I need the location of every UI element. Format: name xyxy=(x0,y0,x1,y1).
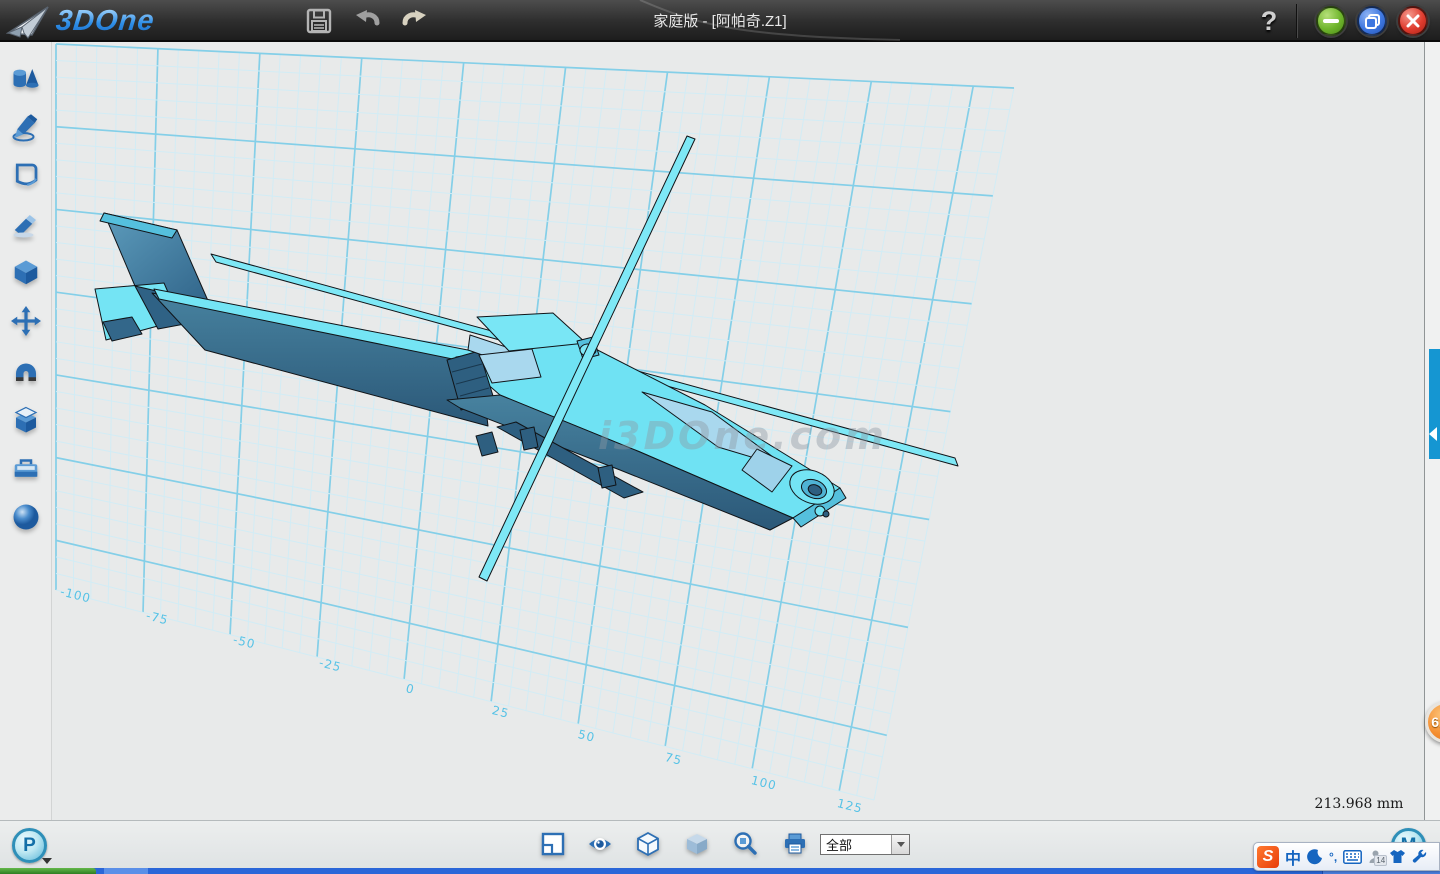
chevron-left-icon xyxy=(1429,427,1437,441)
app-name: 3DOne xyxy=(54,5,156,38)
magnifier-icon xyxy=(733,831,759,857)
restore-button[interactable] xyxy=(1357,6,1387,36)
redo-icon xyxy=(401,7,429,35)
ime-toolbar: S 中 °, 14 xyxy=(1253,842,1440,871)
ime-keyboard-button[interactable] xyxy=(1343,850,1362,864)
layout-icon xyxy=(540,831,566,857)
wireframe-cube-icon xyxy=(635,831,661,857)
minimize-button[interactable] xyxy=(1316,6,1346,36)
sogou-logo-icon[interactable]: S xyxy=(1257,846,1279,868)
restore-icon xyxy=(1365,14,1380,29)
3d-viewport[interactable]: -100-75-50-250255075100125 i3DOne.com 21… xyxy=(52,42,1424,820)
undo-button[interactable] xyxy=(353,7,381,35)
ime-settings-button[interactable] xyxy=(1412,849,1428,865)
scene-canvas xyxy=(52,42,1424,820)
app-logo: 3DOne xyxy=(6,3,154,39)
save-icon xyxy=(306,8,332,34)
sketch-plane-icon xyxy=(11,160,41,190)
dropdown-button[interactable] xyxy=(891,835,909,854)
save-button[interactable] xyxy=(305,7,333,35)
ime-night-mode-button[interactable] xyxy=(1307,849,1323,865)
taskbar-item-segment xyxy=(104,868,148,874)
taskbar-start-segment xyxy=(0,868,96,874)
minimize-icon xyxy=(1323,18,1339,24)
helicopter-model[interactable] xyxy=(95,136,958,581)
panel-collapse-tab[interactable] xyxy=(1429,349,1440,459)
zoom-button[interactable] xyxy=(733,831,759,857)
ime-language-button[interactable]: 中 xyxy=(1285,845,1301,869)
sidebar-item-feature[interactable] xyxy=(11,258,41,288)
moon-icon xyxy=(1307,849,1323,865)
visibility-button[interactable] xyxy=(587,831,613,857)
layout-view-button[interactable] xyxy=(540,831,566,857)
taskbar-edge xyxy=(0,868,1440,874)
bottom-toolbar: P xyxy=(0,820,1440,868)
title-bar: 3DOne xyxy=(0,0,1440,42)
sidebar-item-move[interactable] xyxy=(11,306,41,336)
sidebar-item-sketch[interactable] xyxy=(11,113,41,143)
magnet-icon xyxy=(11,356,41,386)
ime-skin-button[interactable] xyxy=(1389,849,1406,864)
printer-icon xyxy=(782,831,808,857)
pencil-icon xyxy=(11,113,41,143)
chevron-down-icon xyxy=(897,842,905,847)
eraser-icon xyxy=(11,210,41,240)
assembly-icon xyxy=(11,405,41,435)
paper-plane-icon xyxy=(6,3,50,39)
redo-button[interactable] xyxy=(401,7,429,35)
eye-icon xyxy=(587,831,613,857)
toolbox-icon xyxy=(11,453,41,483)
undo-icon xyxy=(353,7,381,35)
filter-dropdown[interactable]: 全部 xyxy=(820,834,910,855)
close-button[interactable] xyxy=(1398,6,1428,36)
sidebar-item-primitives[interactable] xyxy=(11,64,41,94)
3done-window: 3DOne xyxy=(0,0,1440,874)
shaded-button[interactable] xyxy=(684,831,710,857)
wireframe-button[interactable] xyxy=(635,831,661,857)
close-icon xyxy=(1406,14,1420,28)
titlebar-swoosh xyxy=(0,0,1440,42)
wrench-icon xyxy=(1412,849,1428,865)
sidebar-item-constraint[interactable] xyxy=(11,356,41,386)
user-level-badge: 14 xyxy=(1374,855,1387,866)
sidebar-item-trim[interactable] xyxy=(11,210,41,240)
help-button[interactable]: ? xyxy=(1252,2,1286,40)
titlebar-separator xyxy=(1296,4,1297,38)
tshirt-icon xyxy=(1389,849,1406,864)
titlebar-toolbar xyxy=(305,7,429,35)
cube-icon xyxy=(11,258,41,288)
print-button[interactable] xyxy=(782,831,808,857)
move-arrows-icon xyxy=(11,306,41,336)
ime-punctuation-button[interactable]: °, xyxy=(1329,850,1337,864)
primitives-icon xyxy=(11,64,41,94)
sidebar-item-material[interactable] xyxy=(11,502,41,532)
filter-dropdown-value: 全部 xyxy=(821,835,891,854)
ime-user-button[interactable]: 14 xyxy=(1368,849,1383,864)
scale-readout: 213.968 mm xyxy=(1296,796,1422,812)
sidebar-item-toolbox[interactable] xyxy=(11,453,41,483)
shaded-cube-icon xyxy=(684,831,710,857)
left-toolbar xyxy=(0,42,52,820)
sidebar-item-sketch-edit[interactable] xyxy=(11,160,41,190)
p-dropdown-caret[interactable] xyxy=(42,858,52,864)
sidebar-item-assembly[interactable] xyxy=(11,405,41,435)
keyboard-icon xyxy=(1343,850,1362,864)
sphere-icon xyxy=(11,502,41,532)
